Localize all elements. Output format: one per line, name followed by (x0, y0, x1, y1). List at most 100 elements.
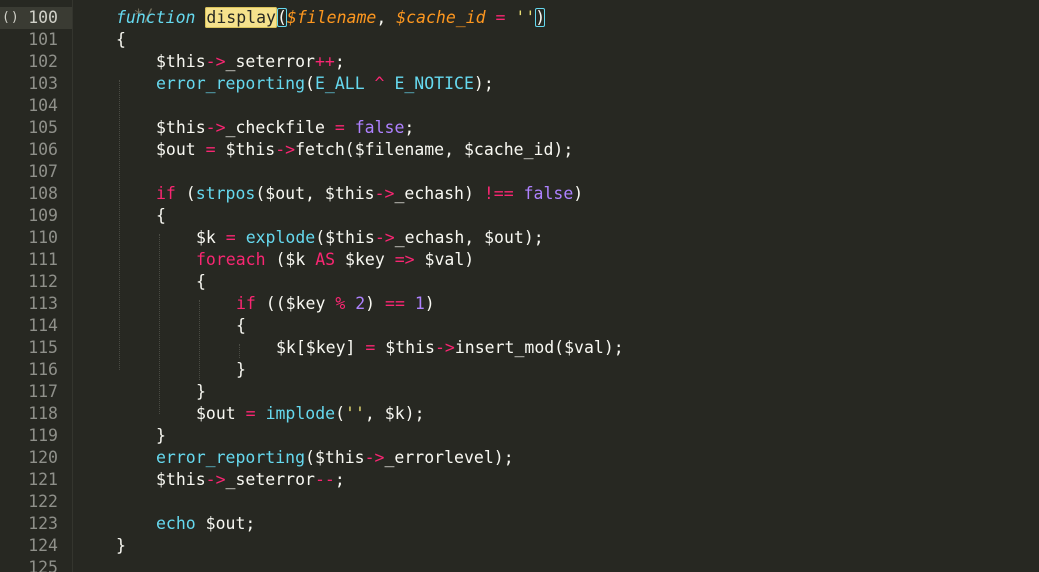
code-token: -> (374, 228, 395, 247)
line-number: 100 (28, 8, 58, 27)
code-token: -> (374, 184, 395, 203)
code-line[interactable] (74, 161, 1039, 183)
code-line[interactable]: error_reporting($this->_errorlevel); (74, 447, 1039, 469)
line-number: 106 (28, 140, 58, 159)
line-number: 101 (28, 30, 58, 49)
line-number: 99 (38, 0, 58, 5)
code-token: $filename (286, 8, 377, 27)
code-token: _echash, $out); (394, 228, 544, 247)
code-token: 1 (414, 294, 425, 313)
code-token: = (324, 118, 355, 137)
gutter-line: 114 (0, 315, 72, 337)
code-editor[interactable]: 99 ()10010110210310410510610710810911011… (0, 0, 1039, 572)
matched-bracket: ( (276, 8, 287, 27)
code-line[interactable] (74, 557, 1039, 572)
code-token: ( (175, 184, 196, 203)
line-number-gutter[interactable]: 99 () 100 101 102 103 104 105 106 107 108 109 110 11… (0, 0, 73, 572)
code-line[interactable]: $out = implode('', $k); (74, 403, 1039, 425)
line-number: 114 (28, 316, 58, 335)
code-line[interactable]: foreach ($k AS $key => $val) (74, 249, 1039, 271)
code-line[interactable]: { (74, 205, 1039, 227)
code-token: _echash) (394, 184, 484, 203)
fold-marker-icon[interactable]: () (2, 7, 20, 29)
line-number: 118 (28, 404, 58, 423)
code-token: = (195, 140, 226, 159)
code-token: !== (483, 184, 514, 203)
code-token: '' (345, 404, 365, 423)
gutter-line: 124 (0, 535, 72, 557)
code-token: if (236, 294, 256, 313)
gutter-line: 117 (0, 381, 72, 403)
code-area[interactable]: */ function display($filename, $cache_id… (74, 0, 1039, 572)
code-token: AS (315, 250, 336, 269)
code-token: = (215, 228, 246, 247)
code-line[interactable]: $this->_seterror++; (74, 51, 1039, 73)
line-number: 110 (28, 228, 58, 247)
gutter-line: 122 (0, 491, 72, 513)
code-line[interactable]: function display($filename, $cache_id = … (74, 7, 1039, 29)
gutter-line: 125 (0, 557, 72, 572)
gutter-line: 118 (0, 403, 72, 425)
code-line[interactable]: { (74, 315, 1039, 337)
code-token: foreach (196, 250, 266, 269)
gutter-line: 120 (0, 447, 72, 469)
code-token: $val) (414, 250, 475, 269)
line-number: 108 (28, 184, 58, 203)
code-token: function (116, 8, 196, 27)
code-token: -> (205, 118, 226, 137)
gutter-line: 110 (0, 227, 72, 249)
code-line[interactable]: $k[$key] = $this->insert_mod($val); (74, 337, 1039, 359)
line-number: 109 (28, 206, 58, 225)
code-line[interactable]: error_reporting(E_ALL ^ E_NOTICE); (74, 73, 1039, 95)
code-token: = (235, 404, 266, 423)
code-token: false (523, 184, 574, 203)
code-line[interactable]: } (74, 535, 1039, 557)
code-line[interactable]: } (74, 425, 1039, 447)
line-number: 112 (28, 272, 58, 291)
gutter-line: 121 (0, 469, 72, 491)
code-token: % (335, 294, 346, 313)
code-line[interactable]: $out = $this->fetch($filename, $cache_id… (74, 139, 1039, 161)
line-number: 116 (28, 360, 58, 379)
code-line[interactable] (74, 95, 1039, 117)
code-token: , (376, 8, 397, 27)
code-line[interactable]: $this->_checkfile = false; (74, 117, 1039, 139)
code-line[interactable]: } (74, 381, 1039, 403)
code-line[interactable]: if (($key % 2) == 1) (74, 293, 1039, 315)
code-token: ; (404, 118, 415, 137)
code-token: ++ (314, 52, 335, 71)
code-token: _checkfile (225, 118, 325, 137)
line-number: 120 (28, 448, 58, 467)
matched-bracket: ) (535, 8, 546, 27)
code-token: -> (364, 448, 385, 467)
code-token: $key (335, 250, 395, 269)
code-line[interactable]: $this->_seterror--; (74, 469, 1039, 491)
line-number: 117 (28, 382, 58, 401)
code-line[interactable]: { (74, 29, 1039, 51)
code-token: ; (334, 470, 345, 489)
code-line[interactable] (74, 491, 1039, 513)
gutter-line: 113 (0, 293, 72, 315)
code-line[interactable]: } (74, 359, 1039, 381)
gutter-line: 107 (0, 161, 72, 183)
code-line[interactable]: echo $out; (74, 513, 1039, 535)
code-token: } (236, 360, 246, 379)
gutter-line: 104 (0, 95, 72, 117)
gutter-line: () 100 (0, 7, 72, 29)
code-token: ($k (265, 250, 316, 269)
line-number: 113 (28, 294, 58, 313)
code-line[interactable]: if (strpos($out, $this->_echash) !== fal… (74, 183, 1039, 205)
code-token: if (156, 184, 176, 203)
code-token: ) (365, 294, 386, 313)
code-token: { (196, 272, 206, 291)
code-token: (($key (255, 294, 336, 313)
code-token: _seterror (225, 52, 315, 71)
code-token: -> (205, 470, 226, 489)
code-token: false (354, 118, 405, 137)
code-line[interactable]: { (74, 271, 1039, 293)
line-number: 104 (28, 96, 58, 115)
code-line[interactable]: $k = explode($this->_echash, $out); (74, 227, 1039, 249)
gutter-line: 102 (0, 51, 72, 73)
